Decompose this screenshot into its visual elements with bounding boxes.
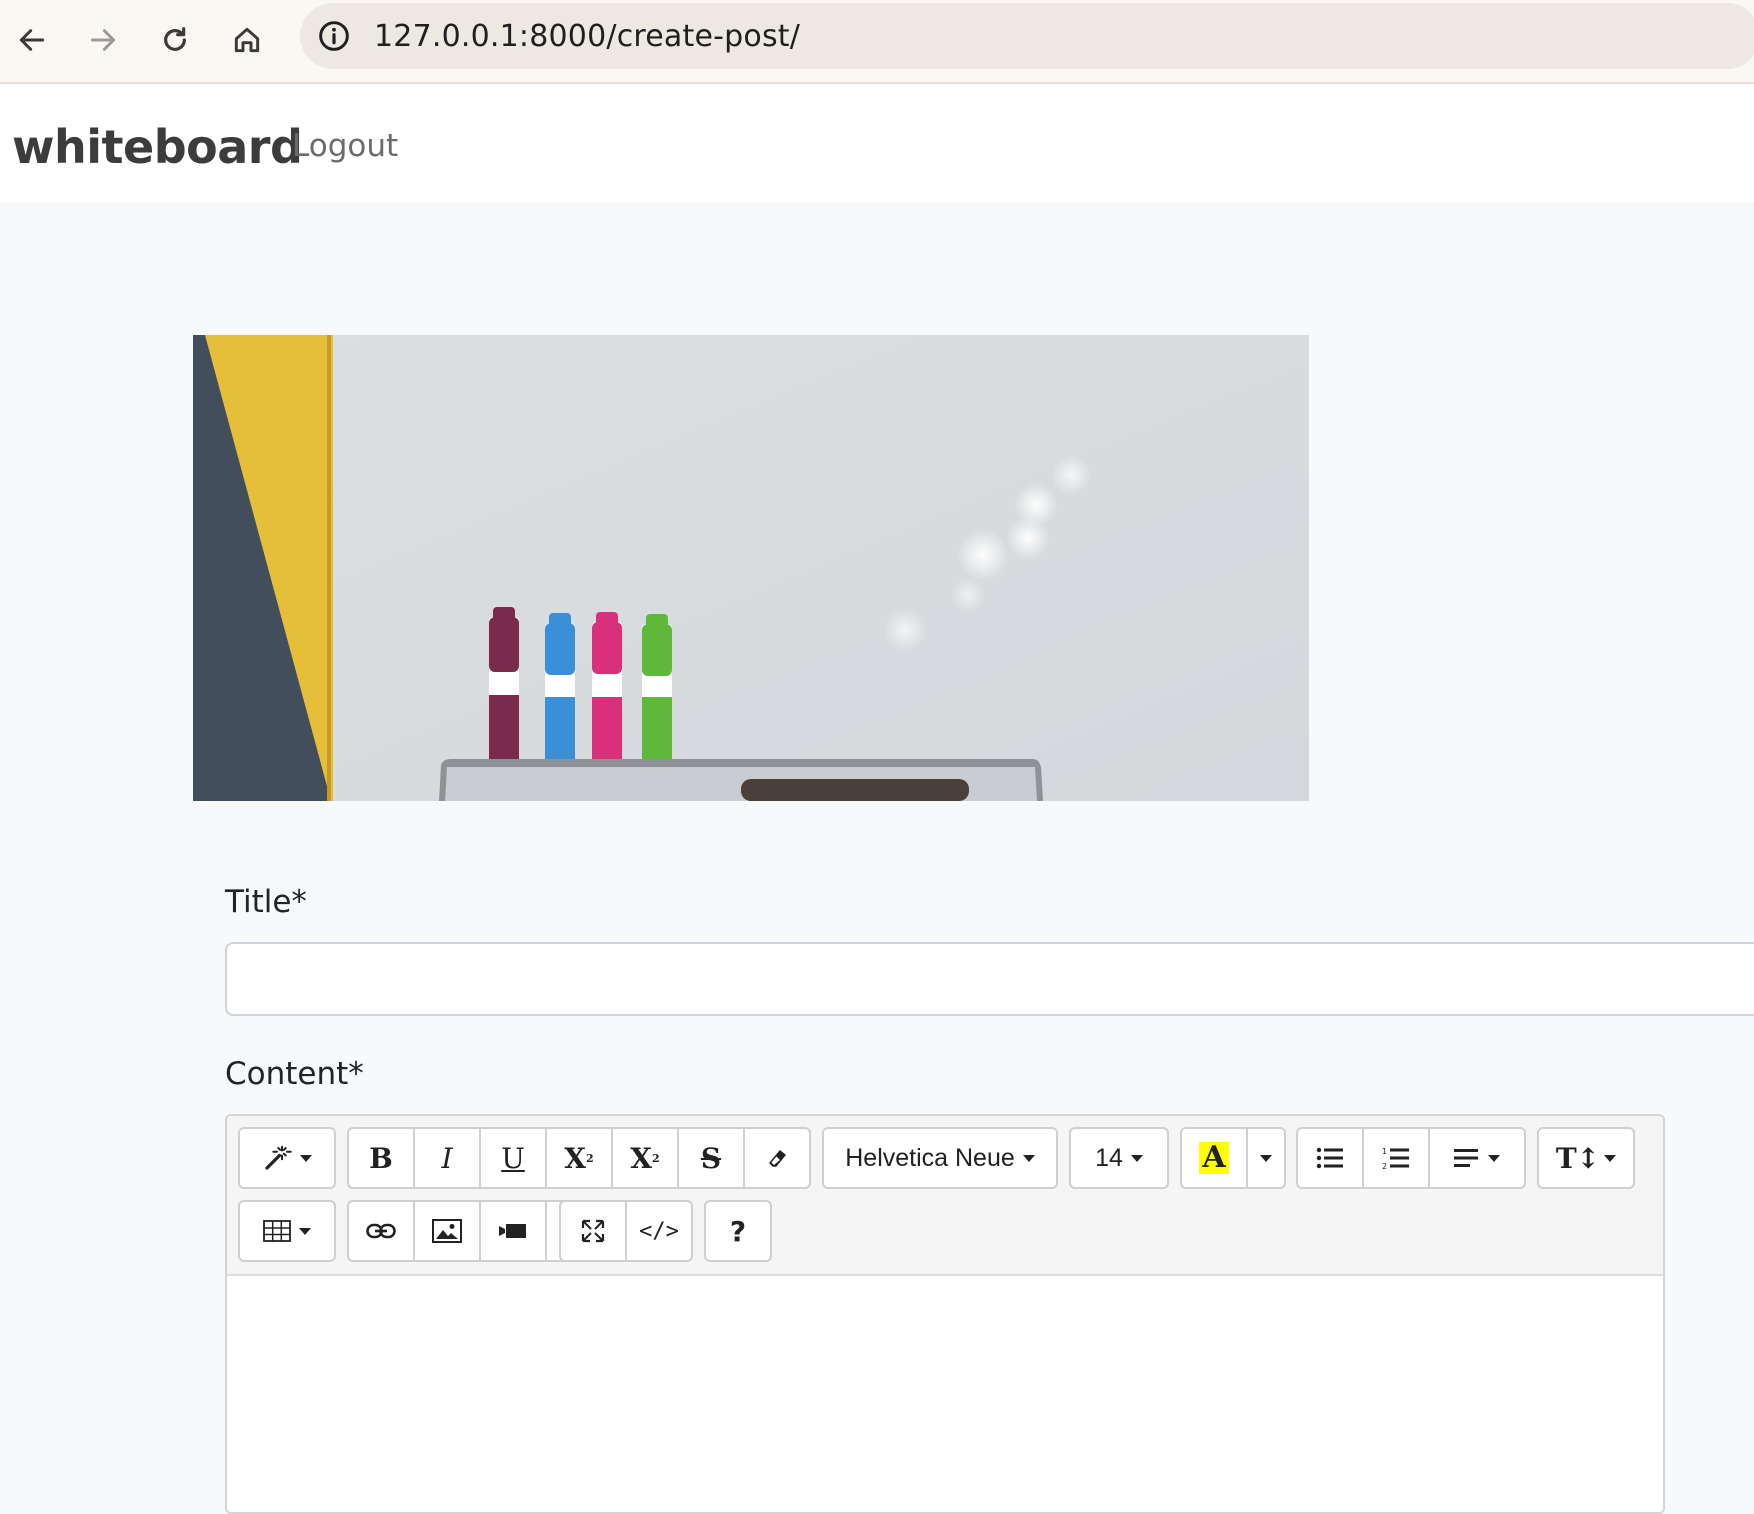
superscript-button[interactable]: X2 <box>545 1127 613 1189</box>
editor-content-area[interactable] <box>227 1276 1663 1512</box>
magic-wand-icon <box>265 1145 292 1170</box>
url-text[interactable]: 127.0.0.1:8000/create-post/ <box>374 19 800 54</box>
bold-button[interactable]: B <box>347 1127 415 1189</box>
insert-video-button[interactable] <box>479 1200 547 1262</box>
logout-link[interactable]: Logout <box>292 128 398 164</box>
text-color-label: A <box>1199 1142 1229 1174</box>
font-family-dropdown[interactable]: Helvetica Neue <box>822 1127 1058 1189</box>
link-icon <box>366 1223 396 1239</box>
superscript-label: X <box>564 1141 587 1175</box>
expand-icon <box>581 1219 605 1243</box>
editor-toolbar: B I U X2 X2 S Helvetica Neue 14 A 1 2 T↕… <box>227 1116 1663 1276</box>
insert-picture-button[interactable] <box>413 1200 481 1262</box>
font-size-dropdown[interactable]: 14 <box>1069 1127 1169 1189</box>
reload-icon[interactable] <box>153 18 197 62</box>
browser-toolbar: 127.0.0.1:8000/create-post/ <box>0 0 1754 84</box>
address-bar[interactable]: 127.0.0.1:8000/create-post/ <box>300 3 1754 69</box>
text-color-button[interactable]: A <box>1180 1127 1248 1189</box>
text-color-dropdown[interactable] <box>1246 1127 1286 1189</box>
video-icon <box>499 1224 526 1238</box>
font-family-value: Helvetica Neue <box>845 1143 1015 1172</box>
title-label: Title* <box>225 884 307 920</box>
line-height-dropdown[interactable]: T↕ <box>1537 1127 1635 1189</box>
home-icon[interactable] <box>225 18 269 62</box>
table-icon <box>263 1220 291 1242</box>
title-input[interactable] <box>225 942 1754 1016</box>
insert-link-button[interactable] <box>347 1200 415 1262</box>
eraser-icon <box>769 1150 786 1167</box>
svg-text:2: 2 <box>1382 1162 1387 1170</box>
bullet-list-icon <box>1316 1147 1343 1169</box>
numbered-list-icon: 1 2 <box>1382 1147 1409 1170</box>
site-info-icon[interactable] <box>318 20 350 52</box>
italic-button[interactable]: I <box>413 1127 481 1189</box>
table-dropdown[interactable] <box>238 1200 336 1262</box>
clear-format-button[interactable] <box>743 1127 811 1189</box>
help-button[interactable]: ? <box>704 1200 772 1262</box>
site-navbar: whiteboard Logout <box>0 84 1754 202</box>
picture-icon <box>432 1219 462 1243</box>
brand-logo[interactable]: whiteboard <box>12 120 303 174</box>
back-arrow-icon[interactable] <box>10 18 54 62</box>
subscript-button[interactable]: X2 <box>611 1127 679 1189</box>
strikethrough-button[interactable]: S <box>677 1127 745 1189</box>
unordered-list-button[interactable] <box>1296 1127 1364 1189</box>
ordered-list-button[interactable]: 1 2 <box>1362 1127 1430 1189</box>
paragraph-align-dropdown[interactable] <box>1428 1127 1526 1189</box>
fullscreen-button[interactable] <box>559 1200 627 1262</box>
forward-arrow-icon[interactable] <box>81 18 125 62</box>
svg-text:1: 1 <box>1382 1147 1387 1156</box>
chevron-down-icon <box>1260 1154 1272 1162</box>
line-height-label: T↕ <box>1555 1141 1601 1175</box>
font-size-value: 14 <box>1095 1143 1123 1172</box>
underline-button[interactable]: U <box>479 1127 547 1189</box>
align-left-icon <box>1454 1149 1478 1167</box>
style-magic-button[interactable] <box>238 1127 336 1189</box>
hero-image <box>193 335 1309 801</box>
subscript-label: X <box>630 1141 653 1175</box>
code-view-button[interactable]: </> <box>625 1200 693 1262</box>
content-label: Content* <box>225 1056 364 1092</box>
content-editor: B I U X2 X2 S Helvetica Neue 14 A 1 2 T↕… <box>225 1114 1665 1514</box>
